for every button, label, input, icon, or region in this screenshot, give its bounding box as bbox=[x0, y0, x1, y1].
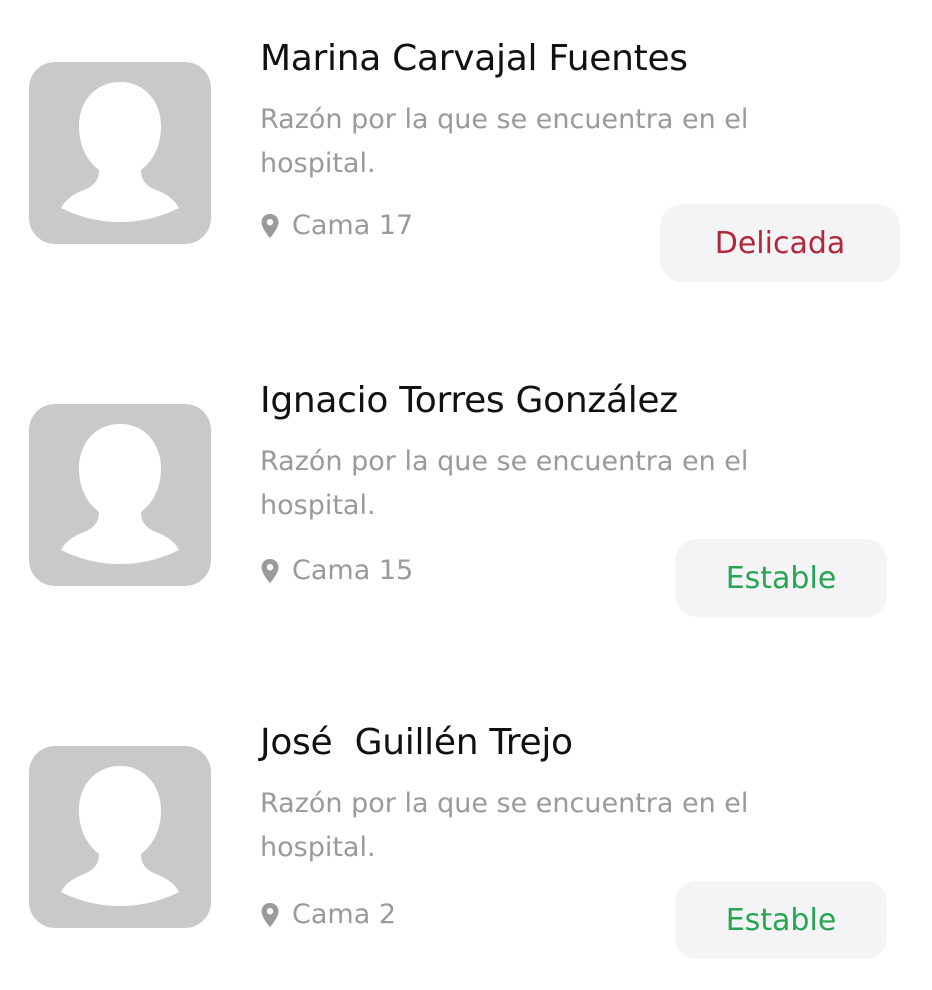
bed-label: Cama 15 bbox=[292, 555, 414, 586]
patient-reason: Razón por la que se encuentra en el hosp… bbox=[260, 446, 749, 521]
location-pin-icon bbox=[260, 902, 280, 928]
location-pin-icon bbox=[260, 213, 280, 239]
patient-reason: Razón por la que se encuentra en el hosp… bbox=[260, 788, 749, 863]
bed-location: Cama 2 bbox=[260, 899, 396, 930]
person-placeholder-icon bbox=[61, 424, 179, 564]
bed-location: Cama 15 bbox=[260, 555, 413, 586]
avatar bbox=[29, 404, 211, 586]
status-badge[interactable]: Delicada bbox=[660, 204, 900, 282]
avatar bbox=[29, 62, 211, 244]
patient-reason: Razón por la que se encuentra en el hosp… bbox=[260, 104, 749, 179]
patient-name: Ignacio Torres González bbox=[260, 380, 678, 421]
bed-label: Cama 2 bbox=[292, 899, 397, 930]
status-badge[interactable]: Estable bbox=[675, 539, 887, 617]
status-badge[interactable]: Estable bbox=[675, 881, 887, 959]
patient-card[interactable]: Ignacio Torres González Razón por la que… bbox=[0, 342, 932, 617]
patient-card[interactable]: Marina Carvajal Fuentes Razón por la que… bbox=[0, 0, 932, 282]
patient-card[interactable]: José Guillén Trejo Razón por la que se e… bbox=[0, 684, 932, 959]
bed-label: Cama 17 bbox=[292, 210, 414, 241]
location-pin-icon bbox=[260, 558, 280, 584]
person-placeholder-icon bbox=[61, 766, 179, 906]
bed-location: Cama 17 bbox=[260, 210, 413, 241]
person-placeholder-icon bbox=[61, 82, 179, 222]
patient-name: José Guillén Trejo bbox=[260, 722, 573, 763]
patient-name: Marina Carvajal Fuentes bbox=[260, 38, 688, 79]
avatar bbox=[29, 746, 211, 928]
